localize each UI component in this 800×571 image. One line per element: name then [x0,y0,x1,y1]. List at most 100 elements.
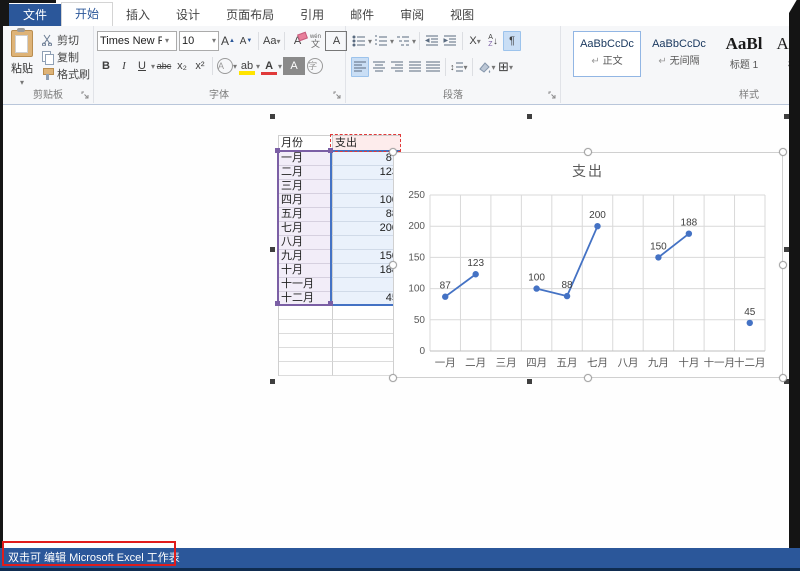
underline-button[interactable]: U [134,57,150,75]
asian-layout-icon[interactable]: X▾ [467,32,483,50]
tab-references[interactable]: 引用 [287,4,337,26]
value-cell[interactable]: 45 [332,292,401,306]
change-case-button[interactable]: Aa▾ [263,32,280,50]
month-cell[interactable]: 八月 [279,236,332,250]
ole-handle-tl[interactable] [270,114,275,119]
value-cell[interactable] [332,320,401,334]
month-cell[interactable]: 四月 [279,194,332,208]
align-right-button[interactable] [389,58,405,76]
cut-button[interactable]: 剪切 [41,31,90,48]
range-handle[interactable] [275,301,280,306]
align-left-button[interactable] [351,57,369,77]
tab-insert[interactable]: 插入 [113,4,163,26]
strikethrough-button[interactable]: abc [156,57,172,75]
clipboard-dialog-launcher-icon[interactable] [81,91,90,100]
tab-file[interactable]: 文件 [9,4,61,26]
value-cell[interactable]: 100 [332,194,401,208]
multilevel-list-button[interactable] [395,32,411,50]
subscript-button[interactable]: x₂ [174,57,190,75]
highlight-color-button[interactable]: ab [239,57,255,75]
month-cell[interactable]: 二月 [279,166,332,180]
month-cell[interactable]: 九月 [279,250,332,264]
font-color-button[interactable]: A [261,57,277,75]
underline-dropdown-icon[interactable]: ▾ [151,62,155,71]
tab-review[interactable]: 审阅 [387,4,437,26]
character-shading-button[interactable]: A [283,57,305,75]
value-cell[interactable] [332,306,401,320]
character-border-icon[interactable]: A [325,31,347,51]
tab-home[interactable]: 开始 [61,2,113,26]
month-cell[interactable]: 月份 [279,136,332,152]
worksheet-table[interactable]: 月份支出一月87二月123三月四月100五月88七月200八月九月150十月18… [278,135,401,376]
tab-page-layout[interactable]: 页面布局 [213,4,287,26]
month-cell[interactable]: 十二月 [279,292,332,306]
range-handle[interactable] [328,148,333,153]
tab-view[interactable]: 视图 [437,4,487,26]
align-center-button[interactable] [371,58,387,76]
ole-handle-bm[interactable] [527,379,532,384]
month-cell[interactable]: 十月 [279,264,332,278]
value-cell[interactable] [332,334,401,348]
value-cell[interactable]: 123 [332,166,401,180]
format-painter-button[interactable]: 格式刷 [41,65,90,82]
month-cell[interactable] [279,362,332,376]
style-no-spacing[interactable]: AaBbCcDc ↵ 无间隔 [645,31,713,77]
range-handle[interactable] [275,148,280,153]
font-size-select[interactable]: 10 ▾ [179,31,219,51]
show-hide-marks-button[interactable]: ¶ [503,31,521,51]
italic-button[interactable]: I [116,57,132,75]
chart-handle-mr[interactable] [779,261,787,269]
font-dialog-launcher-icon[interactable] [333,91,342,100]
highlight-dropdown-icon[interactable]: ▾ [256,62,260,71]
style-heading-1[interactable]: AaBl 标题 1 [717,31,771,77]
chart-handle-tl[interactable] [389,148,397,156]
text-effects-icon[interactable]: A▾ [217,57,237,75]
range-handle[interactable] [328,301,333,306]
chart-handle-bl[interactable] [389,374,397,382]
paste-button[interactable]: 粘贴 ▾ [6,30,38,92]
justify-button[interactable] [407,58,423,76]
font-family-select[interactable]: Times New F ▾ [97,31,177,51]
copy-button[interactable]: 复制 [41,48,90,65]
expense-chart-svg[interactable]: 050100150200250一月二月三月四月五月七月八月九月十月十一月十二月8… [394,153,782,377]
decrease-indent-button[interactable] [424,32,440,50]
distribute-button[interactable] [425,58,441,76]
enclose-characters-button[interactable]: 字 [307,57,323,75]
style-normal[interactable]: AaBbCcDc ↵ 正文 [573,31,641,77]
chart-handle-tm[interactable] [584,148,592,156]
grow-font-button[interactable]: A▲ [220,32,236,50]
month-cell[interactable]: 十一月 [279,278,332,292]
chart-handle-ml[interactable] [389,261,397,269]
month-cell[interactable] [279,306,332,320]
sort-button[interactable]: AZ ↓ [485,32,501,50]
phonetic-guide-icon[interactable]: wén文 [307,32,323,50]
ole-handle-tm[interactable] [527,114,532,119]
value-cell[interactable] [332,236,401,250]
borders-button[interactable]: ⊞▾ [498,58,514,76]
chart-handle-tr[interactable] [779,148,787,156]
font-color-dropdown-icon[interactable]: ▾ [278,62,282,71]
tab-design[interactable]: 设计 [163,4,213,26]
ole-handle-bl[interactable] [270,379,275,384]
shrink-font-button[interactable]: A▼ [238,32,254,50]
chart-handle-br[interactable] [779,374,787,382]
expense-chart[interactable]: 支出 050100150200250一月二月三月四月五月七月八月九月十月十一月十… [393,152,783,378]
value-cell[interactable] [332,278,401,292]
value-cell[interactable]: 200 [332,222,401,236]
value-cell[interactable]: 88 [332,208,401,222]
month-cell[interactable] [279,334,332,348]
month-cell[interactable]: 一月 [279,152,332,166]
month-cell[interactable]: 五月 [279,208,332,222]
value-cell[interactable] [332,348,401,362]
line-spacing-button[interactable]: ↕ ▾ [450,58,468,76]
superscript-button[interactable]: x² [192,57,208,75]
increase-indent-button[interactable] [442,32,458,50]
chart-handle-bm[interactable] [584,374,592,382]
ole-handle-ml[interactable] [270,247,275,252]
paragraph-dialog-launcher-icon[interactable] [548,91,557,100]
tab-mailings[interactable]: 邮件 [337,4,387,26]
month-cell[interactable]: 三月 [279,180,332,194]
bold-button[interactable]: B [98,57,114,75]
month-cell[interactable] [279,320,332,334]
bullets-button[interactable] [351,32,367,50]
